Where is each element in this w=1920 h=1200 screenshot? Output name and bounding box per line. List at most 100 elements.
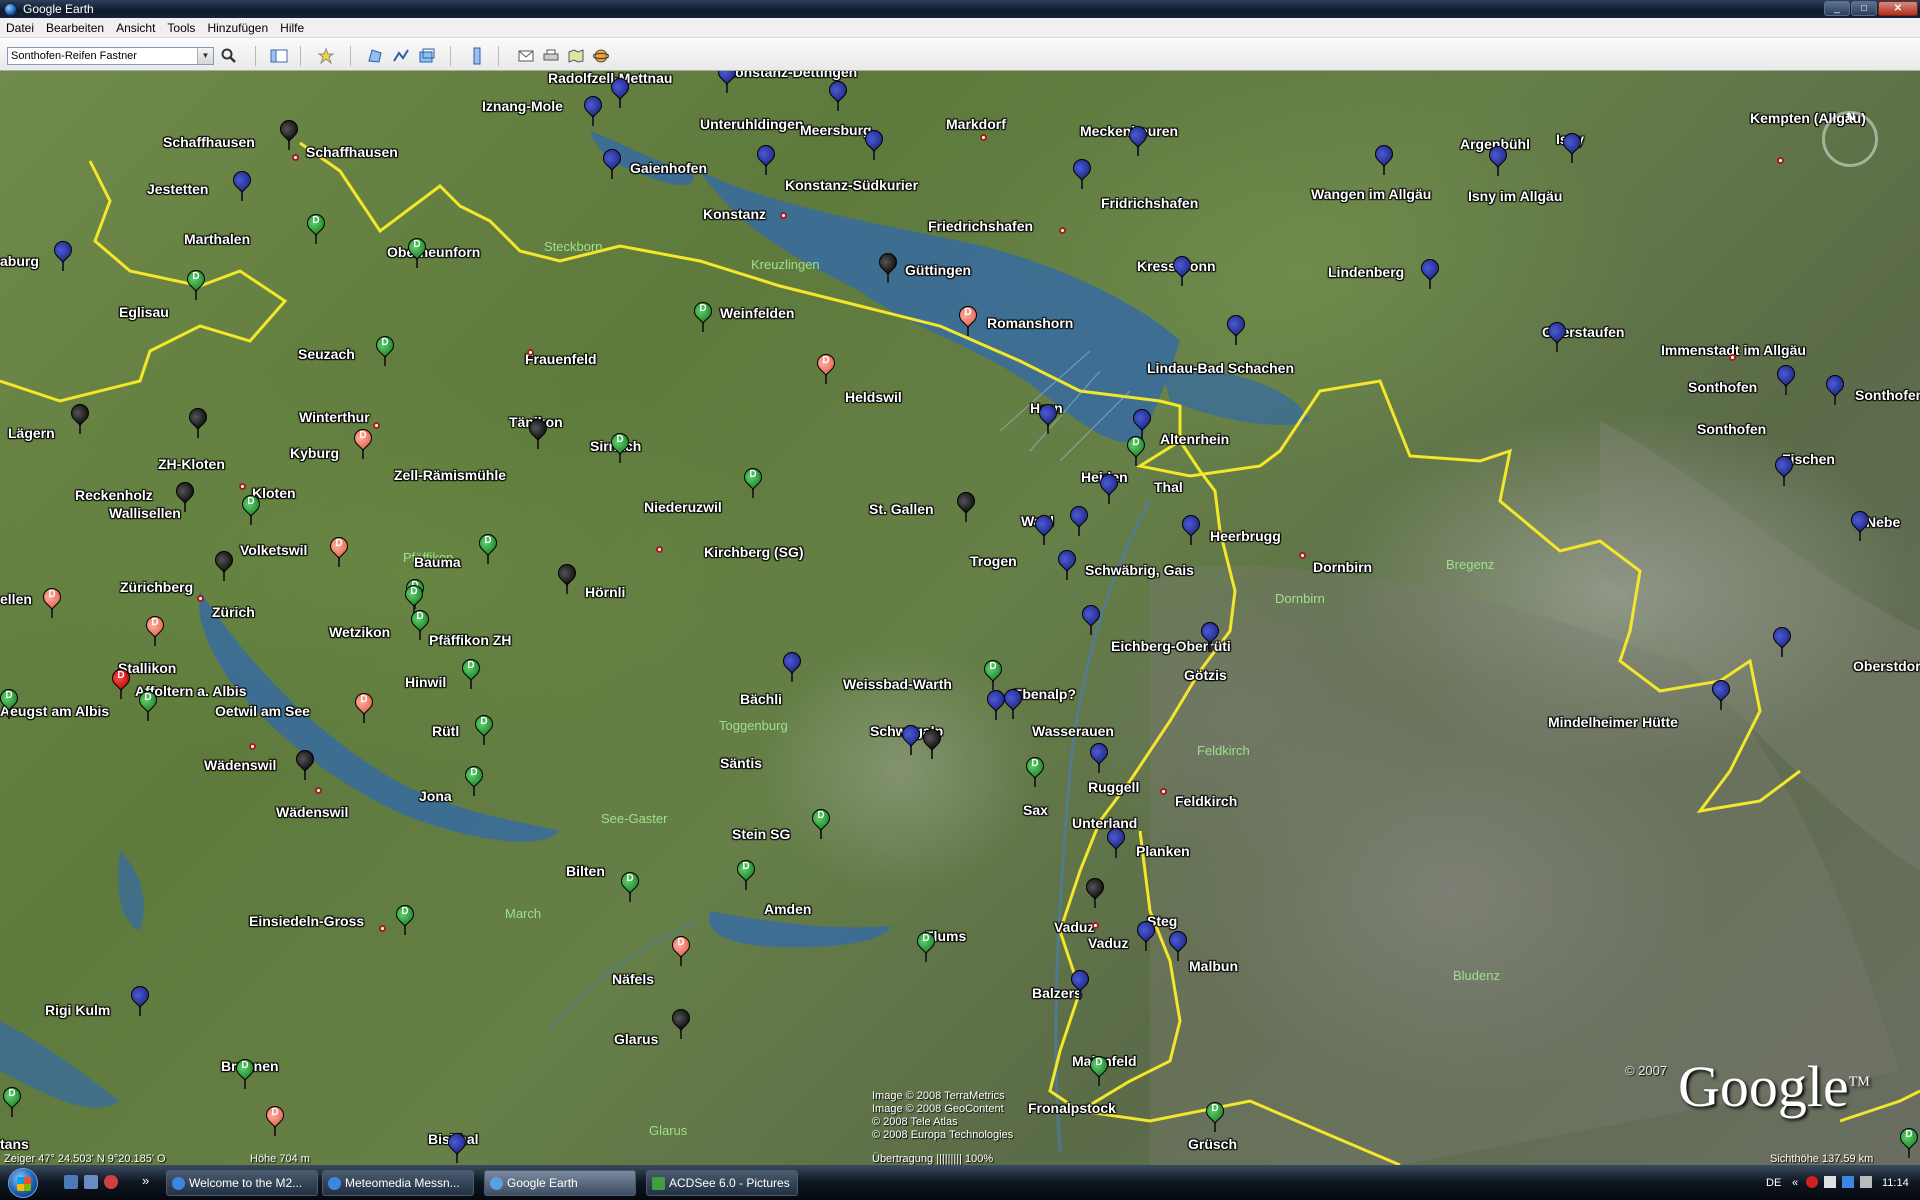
map-placemark-pin[interactable]	[1133, 917, 1159, 951]
place-label[interactable]: Sonthofen	[1855, 387, 1920, 403]
menu-bearbeiten[interactable]: Bearbeiten	[40, 21, 110, 35]
town-marker[interactable]	[197, 595, 204, 602]
place-label[interactable]: Reckenholz	[75, 487, 153, 503]
map-placemark-pin[interactable]	[276, 116, 302, 150]
map-placemark-pin[interactable]	[919, 725, 945, 759]
chevron-down-icon[interactable]: ▼	[197, 48, 213, 64]
place-label[interactable]: Winterthur	[299, 409, 370, 425]
map-placemark-pin[interactable]	[554, 560, 580, 594]
map-placemark-pin[interactable]: D	[1202, 1098, 1228, 1132]
map-placemark-pin[interactable]: D	[135, 687, 161, 721]
place-label[interactable]: Lindenberg	[1328, 264, 1404, 280]
map-placemark-pin[interactable]: D	[0, 685, 22, 719]
map-placemark-pin[interactable]	[861, 126, 887, 160]
map-placemark-pin[interactable]	[1223, 311, 1249, 345]
place-label[interactable]: Heerbrugg	[1210, 528, 1281, 544]
map-placemark-pin[interactable]	[1125, 122, 1151, 156]
place-label[interactable]: Eglisau	[119, 304, 169, 320]
google-maps-button[interactable]	[565, 46, 587, 66]
place-label[interactable]: Romanshorn	[987, 315, 1073, 331]
ruler-button[interactable]	[466, 46, 488, 66]
place-label[interactable]: Friedrichshafen	[928, 218, 1033, 234]
place-label[interactable]: Weinfelden	[720, 305, 794, 321]
place-label[interactable]: Nebe	[1866, 514, 1900, 530]
map-placemark-pin[interactable]	[1769, 623, 1795, 657]
place-label[interactable]: Pfäffikon ZH	[429, 632, 511, 648]
place-label[interactable]: Jestetten	[147, 181, 208, 197]
town-marker[interactable]	[1299, 552, 1306, 559]
map-placemark-pin[interactable]	[668, 1005, 694, 1039]
menu-hinzufuegen[interactable]: Hinzufügen	[201, 21, 274, 35]
map-placemark-pin[interactable]: D	[733, 856, 759, 890]
place-label[interactable]: Lindau-Bad Schachen	[1147, 360, 1294, 376]
place-label[interactable]: Wädenswil	[204, 757, 276, 773]
map-placemark-pin[interactable]: D	[1123, 432, 1149, 466]
place-label[interactable]: Oetwil am See	[215, 703, 310, 719]
place-label[interactable]: Iznang-Mole	[482, 98, 563, 114]
place-label[interactable]: aburg	[0, 253, 39, 269]
town-marker[interactable]	[1729, 354, 1736, 361]
language-indicator[interactable]: DE	[1766, 1177, 1781, 1189]
map-placemark-pin[interactable]	[172, 478, 198, 512]
place-label[interactable]: Thal	[1154, 479, 1183, 495]
place-label[interactable]: Wasserauen	[1032, 723, 1114, 739]
place-label[interactable]: Gaienhofen	[630, 160, 707, 176]
map-placemark-pin[interactable]	[1086, 739, 1112, 773]
place-label[interactable]: Meersburg	[800, 122, 872, 138]
map-placemark-pin[interactable]	[1371, 141, 1397, 175]
place-label[interactable]: Volketswil	[240, 542, 307, 558]
place-label[interactable]: Bächli	[740, 691, 782, 707]
map-placemark-pin[interactable]: D	[690, 298, 716, 332]
place-label[interactable]: St. Gallen	[869, 501, 934, 517]
place-label[interactable]: Götzis	[1184, 667, 1227, 683]
map-placemark-pin[interactable]	[525, 415, 551, 449]
bluetooth-icon[interactable]	[1842, 1176, 1854, 1188]
map-placemark-pin[interactable]	[50, 237, 76, 271]
task-google-earth[interactable]: Google Earth	[484, 1170, 636, 1196]
town-marker[interactable]	[373, 422, 380, 429]
map-placemark-pin[interactable]: D	[1022, 753, 1048, 787]
place-label[interactable]: Dornbirn	[1313, 559, 1372, 575]
place-label[interactable]: Altenrhein	[1160, 431, 1229, 447]
place-label[interactable]: Frauenfeld	[525, 351, 597, 367]
map-placemark-pin[interactable]	[1197, 618, 1223, 652]
task-welcome[interactable]: Welcome to the M2...	[166, 1170, 318, 1196]
town-marker[interactable]	[1092, 922, 1099, 929]
minimize-button[interactable]: _	[1824, 1, 1850, 16]
map-placemark-pin[interactable]: D	[351, 689, 377, 723]
place-label[interactable]: Mindelheimer Hütte	[1548, 714, 1678, 730]
place-label[interactable]: Zürich	[212, 604, 255, 620]
place-label[interactable]: Einsiedeln-Gross	[249, 913, 364, 929]
place-label[interactable]: Konstanz-Dettingen	[725, 71, 857, 80]
map-placemark-pin[interactable]	[875, 249, 901, 283]
maximize-button[interactable]: □	[1851, 1, 1877, 16]
place-label[interactable]: Kyburg	[290, 445, 339, 461]
map-placemark-pin[interactable]	[1096, 470, 1122, 504]
map-placemark-pin[interactable]	[67, 400, 93, 434]
map-placemark-pin[interactable]: D	[955, 302, 981, 336]
place-label[interactable]: Malbun	[1189, 958, 1238, 974]
clock[interactable]: 11:14	[1882, 1177, 1909, 1189]
map-placemark-pin[interactable]	[898, 721, 924, 755]
town-marker[interactable]	[780, 212, 787, 219]
add-polygon-button[interactable]	[364, 46, 386, 66]
map-placemark-pin[interactable]: D	[238, 491, 264, 525]
place-label[interactable]: Rigi Kulm	[45, 1002, 110, 1018]
town-marker[interactable]	[379, 925, 386, 932]
town-marker[interactable]	[656, 546, 663, 553]
place-label[interactable]: Trogen	[970, 553, 1017, 569]
earth-map-view[interactable]: Steckborn Kreuzlingen Pfäffikon See-Gast…	[0, 71, 1920, 1165]
map-placemark-pin[interactable]	[1035, 400, 1061, 434]
map-placemark-pin[interactable]	[1847, 507, 1873, 541]
map-placemark-pin[interactable]	[1078, 601, 1104, 635]
town-marker[interactable]	[980, 134, 987, 141]
map-placemark-pin[interactable]	[1169, 252, 1195, 286]
add-placemark-button[interactable]	[315, 46, 337, 66]
map-placemark-pin[interactable]: D	[0, 1083, 25, 1117]
tray-arrow-icon[interactable]: «	[1792, 1177, 1798, 1189]
place-label[interactable]: Hörnli	[585, 584, 625, 600]
map-placemark-pin[interactable]: D	[142, 612, 168, 646]
add-path-button[interactable]	[390, 46, 412, 66]
map-placemark-pin[interactable]	[825, 77, 851, 111]
place-label[interactable]: Schwäbrig, Gais	[1085, 562, 1194, 578]
